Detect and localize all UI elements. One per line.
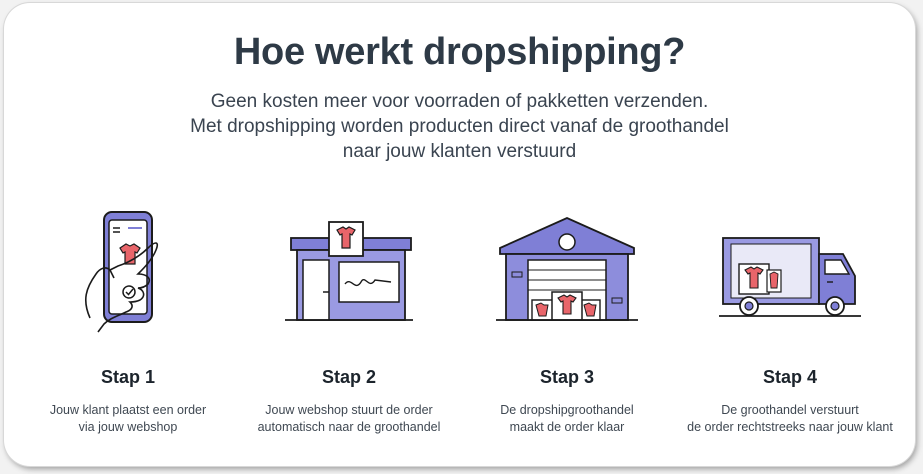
step-desc-line: de order rechtstreeks naar jouw klant [687, 420, 893, 434]
step-description: De groothandel verstuurt de order rechts… [679, 402, 901, 436]
info-card: Hoe werkt dropshipping? Geen kosten meer… [4, 3, 915, 466]
step-description: De dropshipgroothandel maakt de order kl… [456, 402, 678, 436]
page-title: Hoe werkt dropshipping? [233, 31, 686, 73]
step-title: Stap 1 [100, 367, 156, 387]
step-3: Stap 3 De dropshipgroothandel maakt de o… [456, 208, 678, 434]
step-title: Stap 2 [321, 367, 377, 387]
step-title: Stap 4 [762, 367, 818, 387]
subtitle-line: Met dropshipping worden producten direct… [190, 116, 729, 137]
webshop-store-icon [285, 221, 413, 321]
subtitle-line: Geen kosten meer voor voorraden of pakke… [210, 91, 709, 112]
step-desc-line: Jouw webshop stuurt de order [265, 403, 433, 417]
step-2: Stap 2 Jouw webshop stuurt de order auto… [238, 208, 460, 434]
warehouse-icon [496, 217, 638, 321]
step-title: Stap 3 [539, 367, 595, 387]
step-1: Stap 1 Jouw klant plaatst een order via … [17, 208, 239, 434]
step-desc-line: De groothandel verstuurt [721, 403, 859, 417]
step-4: Stap 4 De groothandel verstuurt de order… [679, 208, 901, 434]
step-desc-line: Jouw klant plaatst een order [49, 403, 207, 417]
step-desc-line: automatisch naar de groothandel [257, 420, 441, 434]
step-description: Jouw webshop stuurt de order automatisch… [238, 402, 460, 436]
step-desc-line: via jouw webshop [78, 420, 178, 434]
subtitle-line: naar jouw klanten verstuurd [342, 141, 577, 162]
phone-order-icon [84, 211, 159, 333]
step-desc-line: De dropshipgroothandel [500, 403, 634, 417]
delivery-truck-icon [719, 237, 861, 317]
step-desc-line: maakt de order klaar [509, 420, 625, 434]
page-subtitle: Geen kosten meer voor voorraden of pakke… [4, 89, 915, 164]
step-description: Jouw klant plaatst een order via jouw we… [17, 402, 239, 436]
